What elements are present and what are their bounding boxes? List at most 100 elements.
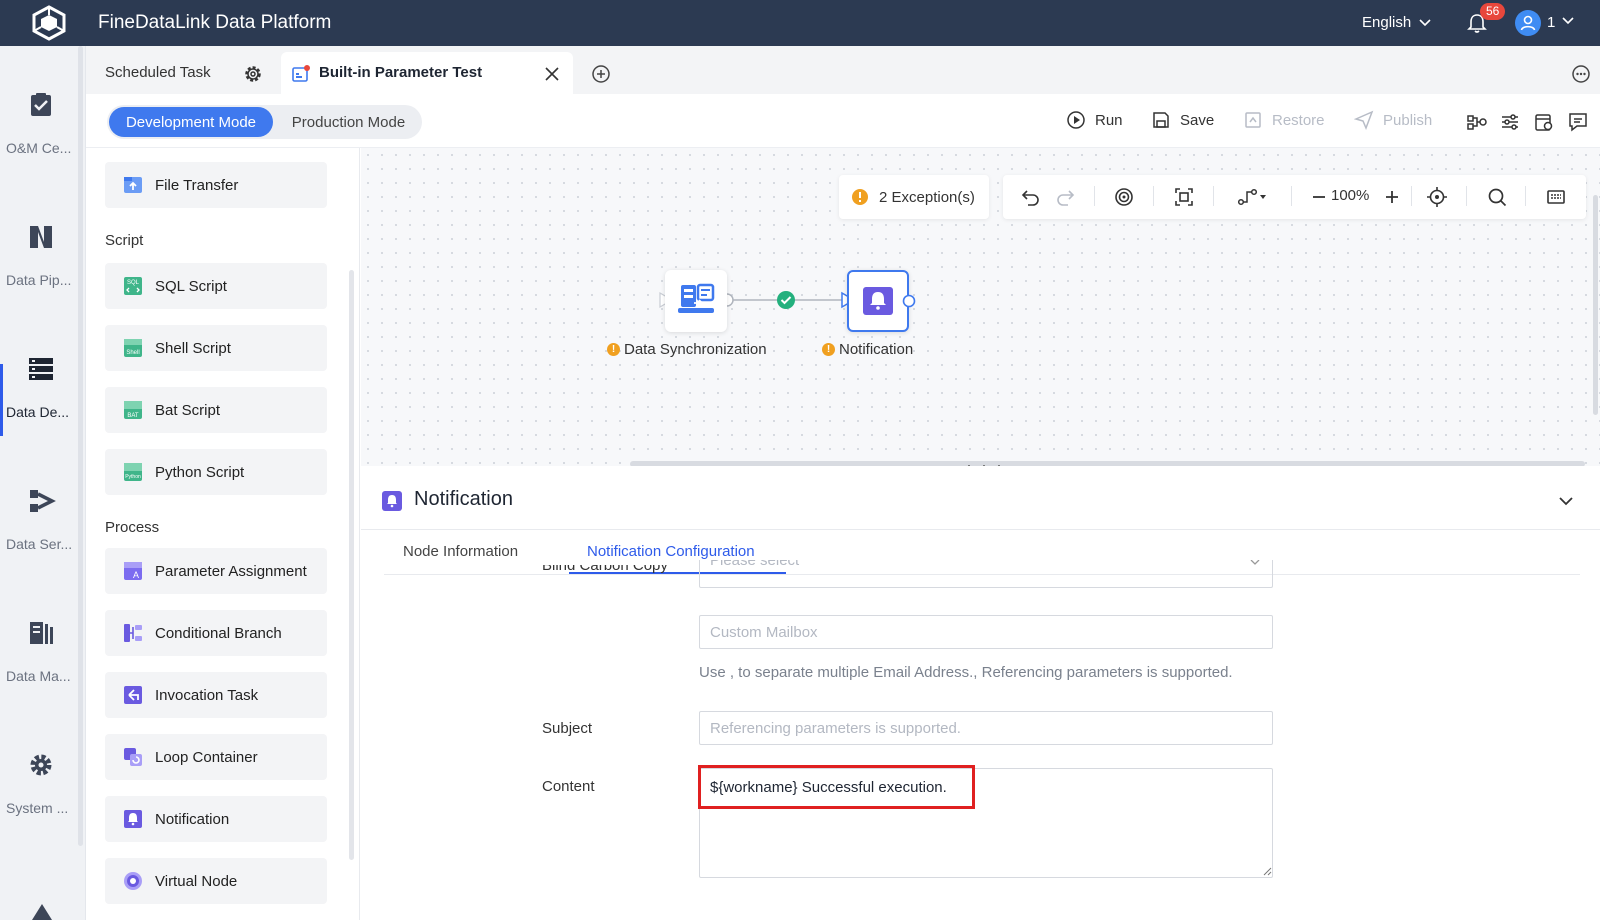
zoom-in-icon[interactable] bbox=[1381, 186, 1403, 208]
user-name[interactable]: 1 bbox=[1547, 14, 1555, 31]
sliders-icon[interactable] bbox=[1499, 111, 1521, 133]
search-icon[interactable] bbox=[1486, 186, 1508, 208]
exceptions-label: 2 Exception(s) bbox=[879, 188, 975, 206]
tab-scheduled-task[interactable]: Scheduled Task bbox=[105, 64, 211, 81]
palette-item-shell-script[interactable]: Shell Shell Script bbox=[105, 325, 327, 371]
zoom-out-icon[interactable] bbox=[1308, 186, 1330, 208]
connector-style-icon[interactable] bbox=[1236, 186, 1268, 208]
settings-gear-icon[interactable] bbox=[243, 64, 263, 84]
palette-item-file-transfer[interactable]: File Transfer bbox=[105, 162, 327, 208]
pipeline-icon bbox=[30, 226, 52, 248]
email-hint-text: Use , to separate multiple Email Address… bbox=[699, 664, 1233, 681]
palette-item-conditional-branch[interactable]: Conditional Branch bbox=[105, 610, 327, 656]
warning-badge: ! bbox=[607, 343, 620, 356]
data-sync-icon bbox=[678, 283, 715, 313]
lineage-icon[interactable] bbox=[1466, 111, 1488, 133]
redo-icon[interactable] bbox=[1054, 186, 1076, 208]
minimap-icon[interactable] bbox=[1545, 186, 1567, 208]
toolbar-separator bbox=[1525, 186, 1526, 206]
node-output-port-icon[interactable] bbox=[902, 294, 916, 308]
nav-item-data-management[interactable]: Data Ma... bbox=[0, 618, 82, 684]
logo-icon[interactable] bbox=[30, 5, 68, 41]
nav-item-data-pipeline[interactable]: Data Pip... bbox=[0, 222, 82, 288]
zoom-level: 100% bbox=[1331, 187, 1370, 204]
toolbar-separator bbox=[1466, 186, 1467, 206]
palette-item-python-script[interactable]: Python Python Script bbox=[105, 449, 327, 495]
node-notification[interactable] bbox=[847, 270, 909, 332]
data-service-icon bbox=[30, 490, 56, 512]
palette-item-invocation-task[interactable]: Invocation Task bbox=[105, 672, 327, 718]
palette-item-label: Shell Script bbox=[155, 339, 231, 357]
python-script-icon: Python bbox=[124, 463, 142, 481]
custom-mailbox-input[interactable]: Custom Mailbox bbox=[699, 615, 1273, 649]
nav-label: Data Ma... bbox=[6, 668, 71, 684]
nav-scrollbar[interactable] bbox=[78, 46, 83, 846]
fit-view-icon[interactable] bbox=[1173, 186, 1195, 208]
palette-item-notification[interactable]: Notification bbox=[105, 796, 327, 842]
palette-item-sql-script[interactable]: SQL SQL Script bbox=[105, 263, 327, 309]
palette-heading-script: Script bbox=[105, 232, 144, 249]
data-dev-icon bbox=[29, 358, 53, 380]
nav-partial-icon[interactable] bbox=[30, 902, 54, 920]
palette-item-virtual-node[interactable]: Virtual Node bbox=[105, 858, 327, 904]
palette-item-label: Loop Container bbox=[155, 748, 258, 766]
checklist-icon bbox=[31, 93, 51, 116]
svg-text:A: A bbox=[133, 570, 139, 580]
language-selector[interactable]: English bbox=[1362, 14, 1431, 31]
schedule-settings-icon[interactable] bbox=[1533, 111, 1555, 133]
auto-layout-icon[interactable] bbox=[1113, 186, 1135, 208]
production-mode-button[interactable]: Production Mode bbox=[277, 107, 420, 137]
tab-node-information[interactable]: Node Information bbox=[403, 543, 518, 560]
palette-item-parameter-assignment[interactable]: A Parameter Assignment bbox=[105, 548, 327, 594]
edge-success-check-icon[interactable] bbox=[776, 290, 796, 310]
notification-bell-icon bbox=[381, 490, 403, 512]
play-circle-icon bbox=[1067, 111, 1085, 129]
node-name: Data Synchronization bbox=[624, 341, 767, 358]
user-chevron-down-icon[interactable] bbox=[1562, 17, 1574, 25]
tab-label: Built-in Parameter Test bbox=[319, 64, 483, 81]
nav-item-data-service[interactable]: Data Ser... bbox=[0, 486, 82, 552]
palette-item-loop-container[interactable]: Loop Container bbox=[105, 734, 327, 780]
development-mode-button[interactable]: Development Mode bbox=[109, 107, 273, 137]
nav-label: Data De... bbox=[6, 404, 70, 420]
nav-item-system[interactable]: System ... bbox=[0, 750, 82, 816]
node-label-notification: ! Notification bbox=[822, 341, 913, 358]
avatar[interactable] bbox=[1515, 10, 1541, 36]
task-calendar-icon bbox=[292, 65, 310, 83]
save-button[interactable]: Save bbox=[1151, 110, 1214, 130]
nav-label: Data Pip... bbox=[6, 272, 72, 288]
highlight-annotation-box bbox=[698, 765, 975, 809]
palette-item-label: Notification bbox=[155, 810, 230, 828]
parameter-assignment-icon: A bbox=[124, 562, 142, 580]
palette-scrollbar[interactable] bbox=[349, 270, 354, 860]
undo-icon[interactable] bbox=[1020, 186, 1042, 208]
save-icon bbox=[1153, 112, 1169, 128]
publish-label: Publish bbox=[1383, 111, 1433, 129]
close-icon[interactable] bbox=[544, 66, 560, 82]
collapse-chevron-icon[interactable] bbox=[1557, 492, 1575, 510]
nav-label: O&M Ce... bbox=[6, 140, 72, 156]
file-transfer-icon bbox=[124, 177, 142, 193]
icon-tag-bat: BAT bbox=[127, 413, 139, 419]
run-button[interactable]: Run bbox=[1066, 110, 1123, 130]
canvas-vertical-scrollbar[interactable] bbox=[1593, 195, 1598, 415]
bat-script-icon: BAT bbox=[124, 401, 142, 419]
invocation-task-icon bbox=[124, 686, 142, 704]
restore-button[interactable]: Restore bbox=[1243, 110, 1325, 130]
more-options-icon[interactable] bbox=[1571, 64, 1591, 84]
node-data-synchronization[interactable] bbox=[665, 270, 727, 332]
exceptions-indicator[interactable]: 2 Exception(s) bbox=[839, 175, 989, 219]
textarea-resize-grip-icon[interactable] bbox=[1262, 866, 1272, 876]
nav-item-om-center[interactable]: O&M Ce... bbox=[0, 90, 82, 156]
bcc-select-partial[interactable]: Please select bbox=[699, 560, 1273, 588]
tab-notification-configuration[interactable]: Notification Configuration bbox=[587, 543, 755, 560]
restore-label: Restore bbox=[1272, 111, 1325, 129]
subject-input[interactable]: Referencing parameters is supported. bbox=[699, 711, 1273, 745]
palette-item-bat-script[interactable]: BAT Bat Script bbox=[105, 387, 327, 433]
bcc-placeholder: Please select bbox=[710, 560, 800, 569]
comment-icon[interactable] bbox=[1567, 111, 1589, 133]
add-tab-icon[interactable] bbox=[591, 64, 611, 84]
publish-button[interactable]: Publish bbox=[1354, 110, 1432, 130]
locate-icon[interactable] bbox=[1426, 186, 1448, 208]
nav-item-data-development[interactable]: Data De... bbox=[0, 354, 82, 420]
